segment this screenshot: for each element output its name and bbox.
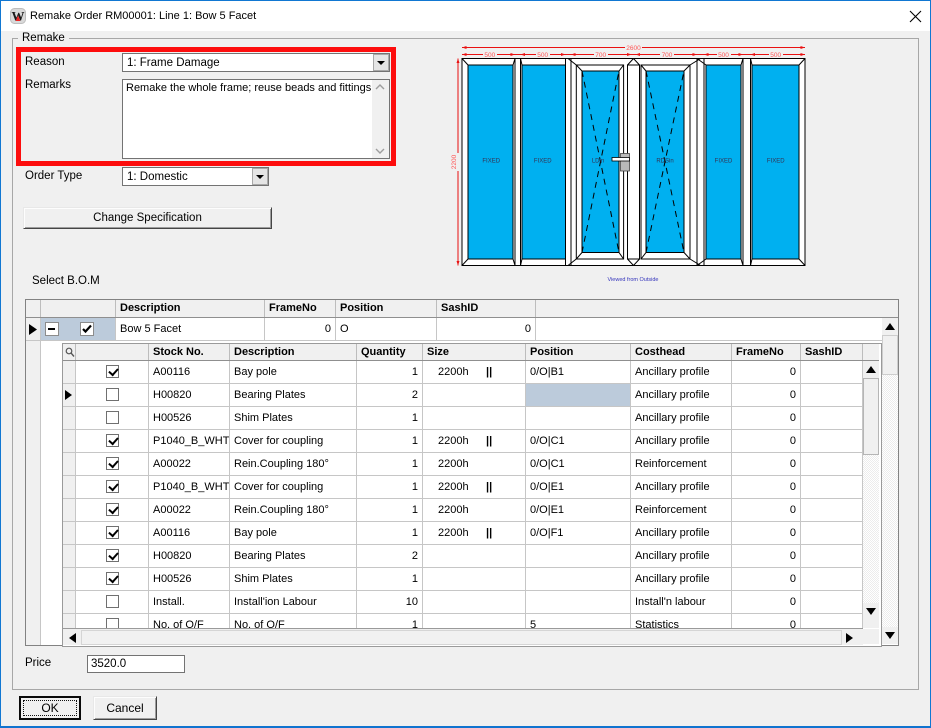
svg-text:700: 700	[662, 52, 673, 59]
svg-text:FIXED: FIXED	[534, 159, 552, 165]
svg-text:FIXED: FIXED	[767, 159, 785, 165]
svg-text:500: 500	[484, 52, 495, 59]
svg-text:500: 500	[718, 52, 729, 59]
svg-text:700: 700	[595, 52, 606, 59]
svg-text:500: 500	[770, 52, 781, 59]
svg-text:2200: 2200	[451, 154, 458, 169]
svg-text:Viewed from Outside: Viewed from Outside	[608, 277, 659, 283]
svg-text:FIXED: FIXED	[482, 159, 500, 165]
svg-text:2600: 2600	[626, 45, 641, 52]
svg-text:500: 500	[537, 52, 548, 59]
svg-text:LDin: LDin	[592, 159, 604, 165]
svg-text:RDSin: RDSin	[656, 159, 673, 165]
svg-text:FIXED: FIXED	[715, 159, 733, 165]
